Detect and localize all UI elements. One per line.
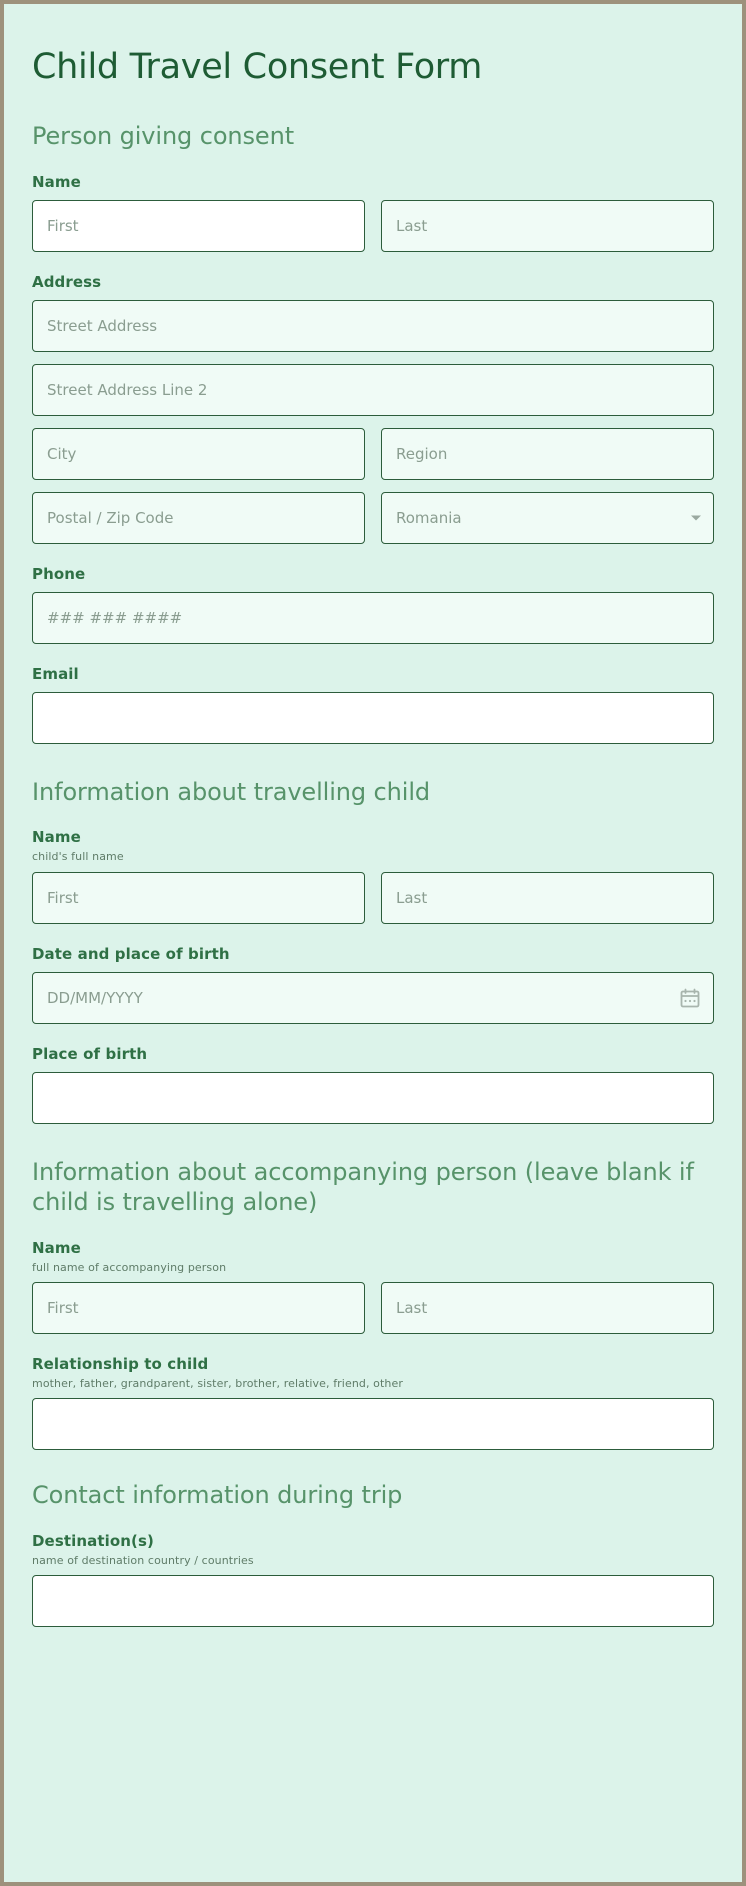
field-relationship-to-child: Relationship to child mother, father, gr… <box>32 1355 714 1451</box>
label-accompanying-name: Name <box>32 1239 81 1258</box>
sublabel-relationship-to-child: mother, father, grandparent, sister, bro… <box>32 1377 403 1391</box>
field-child-place-of-birth: Place of birth <box>32 1045 714 1124</box>
postal-column <box>32 491 365 544</box>
country-column: Romania <box>381 491 714 544</box>
destinations-input[interactable] <box>32 1575 714 1628</box>
postal-zip-code-input[interactable] <box>32 491 365 544</box>
field-consent-giver-phone: Phone <box>32 565 714 644</box>
first-name-column <box>32 199 365 252</box>
street-address-line2-input[interactable] <box>32 363 714 416</box>
page-title: Child Travel Consent Form <box>32 47 483 87</box>
last-name-column <box>381 199 714 252</box>
accompanying-name-row <box>32 1282 714 1335</box>
label-relationship-to-child: Relationship to child <box>32 1355 209 1374</box>
field-consent-giver-address: Address Romania <box>32 273 714 544</box>
label-consent-giver-name: Name <box>32 172 81 191</box>
email-input[interactable] <box>32 691 714 744</box>
city-region-row <box>32 427 714 480</box>
section-heading-travelling-child: Information about travelling child <box>32 777 431 806</box>
region-column <box>381 427 714 480</box>
label-consent-giver-address: Address <box>32 272 102 291</box>
field-consent-giver-name: Name <box>32 173 714 252</box>
accompanying-last-name-column <box>381 1282 714 1335</box>
section-heading-contact-information-during-trip: Contact information during trip <box>32 1481 403 1510</box>
field-destinations: Destination(s) name of destination count… <box>32 1532 714 1628</box>
child-place-of-birth-input[interactable] <box>32 1071 714 1124</box>
section-heading-person-giving-consent: Person giving consent <box>32 122 295 150</box>
consent-giver-last-name-input[interactable] <box>381 199 714 252</box>
field-consent-giver-email: Email <box>32 665 714 744</box>
child-last-name-input[interactable] <box>381 871 714 924</box>
date-input-wrapper <box>32 971 714 1024</box>
city-column <box>32 427 365 480</box>
region-input[interactable] <box>381 427 714 480</box>
postal-country-row: Romania <box>32 491 714 544</box>
consent-giver-first-name-input[interactable] <box>32 199 365 252</box>
relationship-to-child-input[interactable] <box>32 1398 714 1451</box>
form-container: Child Travel Consent Form Person giving … <box>4 4 742 1628</box>
child-last-name-column <box>381 871 714 924</box>
label-child-name: Name <box>32 828 81 847</box>
section-heading-accompanying-person: Information about accompanying person (l… <box>32 1157 694 1217</box>
label-consent-giver-phone: Phone <box>32 564 86 583</box>
accompanying-first-name-input[interactable] <box>32 1282 365 1335</box>
sublabel-child-name: child's full name <box>32 850 124 864</box>
label-child-place-of-birth: Place of birth <box>32 1044 148 1063</box>
label-consent-giver-email: Email <box>32 664 79 683</box>
street-address-input[interactable] <box>32 299 714 352</box>
label-destinations: Destination(s) <box>32 1532 155 1551</box>
accompanying-first-name-column <box>32 1282 365 1335</box>
accompanying-last-name-input[interactable] <box>381 1282 714 1335</box>
country-select[interactable]: Romania <box>381 491 714 544</box>
child-first-name-input[interactable] <box>32 871 365 924</box>
child-name-row <box>32 871 714 924</box>
city-input[interactable] <box>32 427 365 480</box>
field-child-name: Name child's full name <box>32 828 714 924</box>
sublabel-accompanying-name: full name of accompanying person <box>32 1261 227 1275</box>
label-child-date-and-place-of-birth: Date and place of birth <box>32 944 230 963</box>
field-accompanying-name: Name full name of accompanying person <box>32 1239 714 1335</box>
child-first-name-column <box>32 871 365 924</box>
sublabel-destinations: name of destination country / countries <box>32 1554 254 1568</box>
name-row <box>32 199 714 252</box>
field-child-date-of-birth: Date and place of birth <box>32 945 714 1024</box>
child-date-of-birth-input[interactable] <box>32 971 714 1024</box>
phone-input[interactable] <box>32 591 714 644</box>
form-page: Child Travel Consent Form Person giving … <box>0 0 746 1886</box>
